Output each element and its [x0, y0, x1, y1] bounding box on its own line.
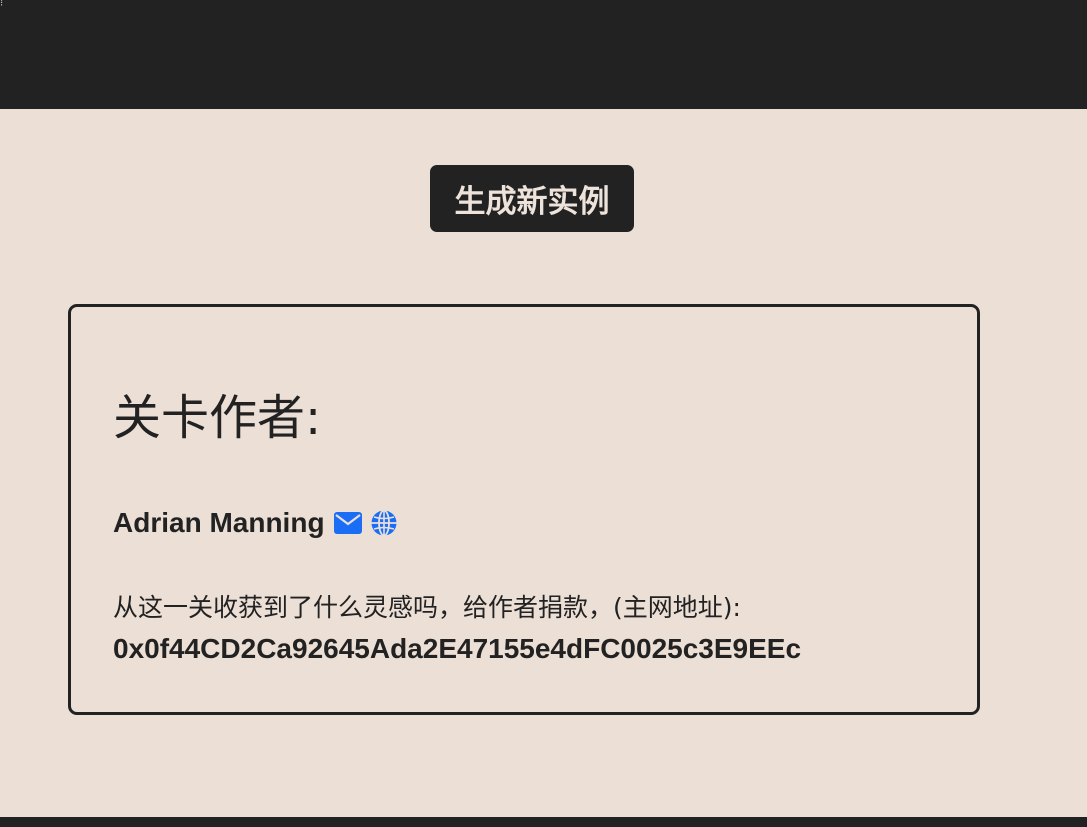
author-row: Adrian Manning — [113, 506, 399, 540]
bottom-bar — [0, 817, 1087, 827]
top-navbar: ⁝ — [0, 0, 1087, 109]
globe-icon — [371, 509, 397, 537]
menu-handle-icon[interactable]: ⁝ — [0, 0, 3, 14]
donate-prompt-text: 从这一关收获到了什么灵感吗，给作者捐款，(主网地址): — [113, 593, 741, 622]
envelope-icon — [333, 512, 362, 534]
generate-new-instance-button[interactable]: 生成新实例 — [430, 165, 634, 232]
author-website-link[interactable] — [369, 508, 399, 538]
author-name: Adrian Manning — [113, 507, 325, 538]
author-card-title: 关卡作者: — [113, 390, 322, 446]
donate-wallet-address: 0x0f44CD2Ca92645Ada2E47155e4dFC0025c3E9E… — [113, 633, 802, 664]
author-card: 关卡作者: Adrian Manning 从这一关收获到了什么灵感吗，给作者捐款… — [68, 304, 980, 715]
author-email-link[interactable] — [333, 508, 363, 538]
main-content: 生成新实例 关卡作者: Adrian Manning 从这一关收获到了什么灵感吗… — [0, 109, 1087, 817]
